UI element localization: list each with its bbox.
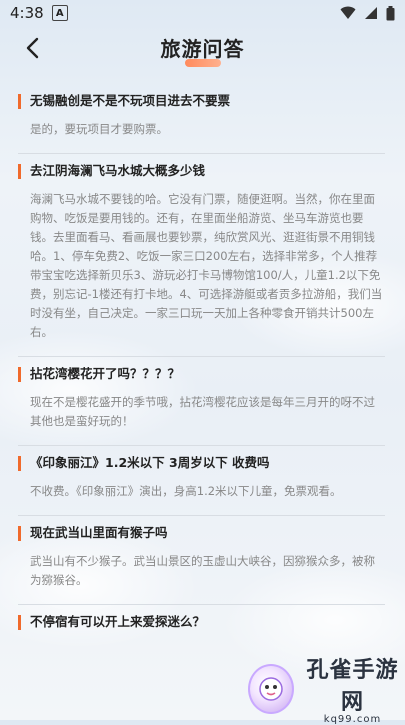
notification-badge-icon: A [51,5,68,21]
title-underline [184,59,221,67]
accent-bar [18,164,21,179]
peacock-logo-icon [248,663,294,714]
faq-question: 拈花湾樱花开了吗？？？？ [18,365,385,383]
page-title: 旅游问答 [160,36,245,61]
status-bar: 4:38 A [0,0,405,26]
back-button[interactable] [18,34,46,62]
faq-item[interactable]: 去江阴海澜飞马水城大概多少钱 海澜飞马水城不要钱的哈。它没有门票，随便逛啊。当然… [18,154,385,357]
accent-bar [18,615,21,630]
accent-bar [18,94,21,109]
battery-icon [386,5,395,20]
faq-answer: 不收费。《印象丽江》演出，身高1.2米以下儿童，免票观看。 [30,484,342,498]
faq-question: 无锡融创是不是不玩项目进去不要票 [18,92,385,110]
faq-item[interactable]: 无锡融创是不是不玩项目进去不要票 是的，要玩项目才要购票。 [18,84,385,154]
faq-answer: 是的，要玩项目才要购票。 [30,122,168,136]
accent-bar [18,456,21,471]
faq-item[interactable]: 现在武当山里面有猴子吗 武当山有不少猴子。武当山景区的玉虚山大峡谷，因猕猴众多，… [18,516,385,605]
wifi-icon [340,6,356,19]
faq-item[interactable]: 拈花湾樱花开了吗？？？？ 现在不是樱花盛开的季节哦，拈花湾樱花应该是每年三月开的… [18,357,385,446]
top-app-bar: 旅游问答 [0,26,405,76]
faq-question: 《印象丽江》1.2米以下 3周岁以下 收费吗 [18,454,385,472]
accent-bar [18,367,21,382]
watermark-logo: 孔雀手游网 kq99.com [248,652,405,725]
chevron-left-icon [26,37,39,59]
watermark-brand: 孔雀手游网 [306,658,399,715]
faq-question: 现在武当山里面有猴子吗 [18,524,385,542]
faq-item[interactable]: 不停宿有可以开上来爱探迷么？ [18,605,385,645]
faq-question: 不停宿有可以开上来爱探迷么？ [18,613,385,631]
cellular-signal-icon [365,7,377,19]
faq-item[interactable]: 《印象丽江》1.2米以下 3周岁以下 收费吗 不收费。《印象丽江》演出，身高1.… [18,446,385,516]
status-time: 4:38 [10,4,44,22]
faq-answer: 现在不是樱花盛开的季节哦，拈花湾樱花应该是每年三月开的呀不过其他也是蛮好玩的！ [30,395,375,428]
faq-answer: 武当山有不少猴子。武当山景区的玉虚山大峡谷，因猕猴众多，被称为猕猴谷。 [30,554,375,587]
faq-question: 去江阴海澜飞马水城大概多少钱 [18,162,385,180]
accent-bar [18,526,21,541]
faq-answer: 海澜飞马水城不要钱的哈。它没有门票，随便逛啊。当然，你在里面购物、吃饭是要用钱的… [30,192,383,339]
faq-list: 无锡融创是不是不玩项目进去不要票 是的，要玩项目才要购票。 去江阴海澜飞马水城大… [18,84,385,645]
logo-face-icon [259,676,283,701]
